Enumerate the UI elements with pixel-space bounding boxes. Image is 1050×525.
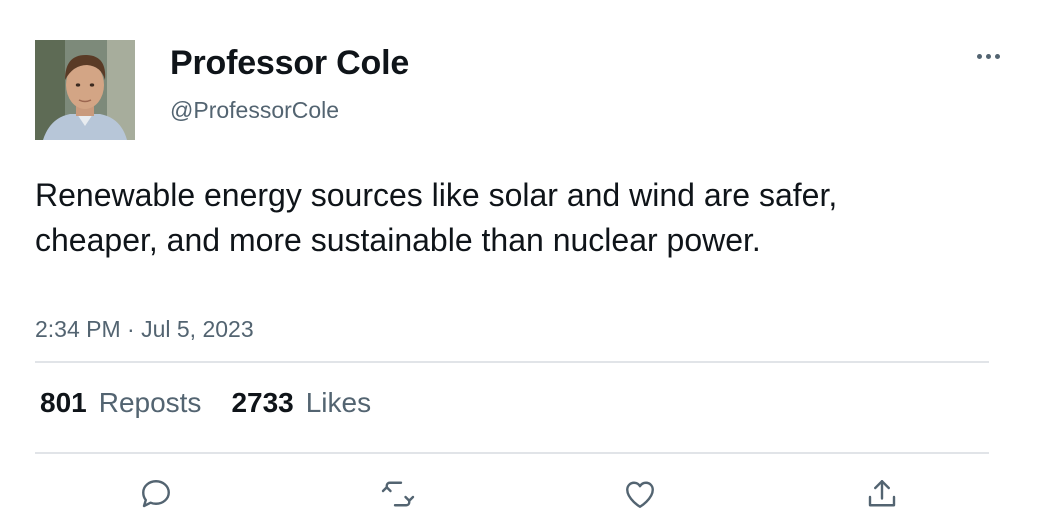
tweet-timestamp[interactable]: 2:34 PM · Jul 5, 2023 (35, 316, 254, 343)
share-icon (868, 480, 896, 507)
repost-button[interactable] (378, 474, 418, 514)
more-options-button[interactable] (968, 42, 1008, 70)
engagement-stats: 801 Reposts 2733 Likes (40, 387, 371, 419)
likes-stat[interactable]: 2733 Likes (231, 387, 371, 419)
like-button[interactable] (620, 474, 660, 514)
reposts-stat[interactable]: 801 Reposts (40, 387, 201, 419)
heart-icon (626, 481, 654, 508)
divider (35, 452, 989, 454)
user-handle[interactable]: @ProfessorCole (170, 97, 339, 124)
display-name[interactable]: Professor Cole (170, 44, 409, 83)
reply-icon (142, 480, 170, 508)
repost-icon (381, 481, 415, 507)
action-bar (0, 474, 1050, 514)
avatar-photo (35, 40, 135, 140)
more-horizontal-icon (976, 53, 1000, 59)
reply-button[interactable] (136, 474, 176, 514)
likes-count: 2733 (231, 387, 294, 418)
tweet-text: Renewable energy sources like solar and … (35, 177, 838, 258)
tweet-card: Professor Cole @ProfessorCole Renewable … (0, 0, 1050, 525)
share-button[interactable] (862, 474, 902, 514)
reposts-count: 801 (40, 387, 87, 418)
reposts-label: Reposts (98, 387, 202, 418)
avatar[interactable] (35, 40, 135, 140)
likes-label: Likes (305, 387, 372, 418)
divider (35, 361, 989, 363)
